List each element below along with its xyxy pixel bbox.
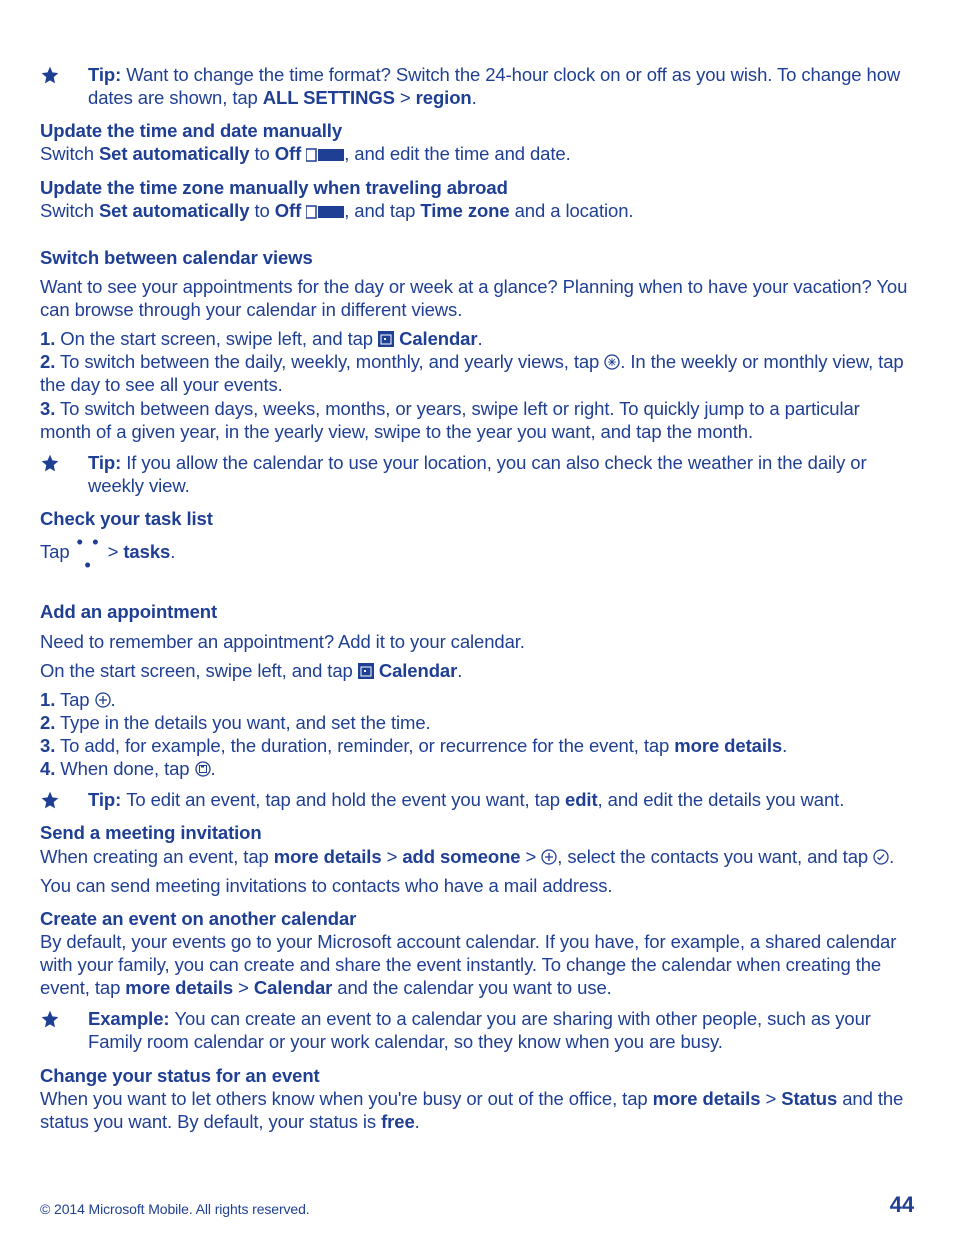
heading-update-tz: Update the time zone manually when trave… <box>40 176 914 199</box>
tip-callout: Tip: Want to change the time format? Swi… <box>40 63 914 109</box>
body-send-meeting: When creating an event, tap more details… <box>40 845 914 868</box>
tip-text: Tip: If you allow the calendar to use yo… <box>88 451 914 497</box>
tip-callout: Tip: If you allow the calendar to use yo… <box>40 451 914 497</box>
example-text: Example: You can create an event to a ca… <box>88 1007 914 1053</box>
step-2: 2. Type in the details you want, and set… <box>40 711 914 734</box>
step-1: 1. Tap . <box>40 688 914 711</box>
step-list: 1. Tap . 2. Type in the details you want… <box>40 688 914 781</box>
star-icon <box>40 788 88 811</box>
star-icon <box>40 1007 88 1053</box>
body-send-meeting-note: You can send meeting invitations to cont… <box>40 874 914 897</box>
body-change-status: When you want to let others know when yo… <box>40 1087 914 1133</box>
step-list: 1. On the start screen, swipe left, and … <box>40 327 914 443</box>
star-icon <box>40 451 88 497</box>
star-icon <box>40 63 88 109</box>
body-switch-views-intro: Want to see your appointments for the da… <box>40 275 914 321</box>
body-update-time: Switch Set automatically to Off , and ed… <box>40 142 914 165</box>
circle-plus-icon <box>541 849 557 865</box>
heading-update-time: Update the time and date manually <box>40 119 914 142</box>
body-add-appt-intro: Need to remember an appointment? Add it … <box>40 630 914 653</box>
body-add-appt-start: On the start screen, swipe left, and tap… <box>40 659 914 682</box>
body-task-list: Tap • • • > tasks. <box>40 530 914 576</box>
tip-callout: Tip: To edit an event, tap and hold the … <box>40 788 914 811</box>
step-3: 3. To switch between days, weeks, months… <box>40 397 914 443</box>
more-dots-icon: • • • <box>75 530 103 576</box>
copyright: © 2014 Microsoft Mobile. All rights rese… <box>40 1201 310 1219</box>
step-1: 1. On the start screen, swipe left, and … <box>40 327 914 350</box>
heading-switch-views: Switch between calendar views <box>40 246 914 269</box>
body-create-other: By default, your events go to your Micro… <box>40 930 914 999</box>
step-4: 4. When done, tap . <box>40 757 914 780</box>
toggle-off-icon <box>306 205 344 219</box>
body-update-tz: Switch Set automatically to Off , and ta… <box>40 199 914 222</box>
toggle-off-icon <box>306 148 344 162</box>
calendar-tile-icon <box>378 331 394 347</box>
page-number: 44 <box>890 1191 914 1219</box>
circle-save-icon <box>195 761 211 777</box>
heading-change-status: Change your status for an event <box>40 1064 914 1087</box>
circle-plus-icon <box>95 692 111 708</box>
example-callout: Example: You can create an event to a ca… <box>40 1007 914 1053</box>
circle-check-icon <box>873 849 889 865</box>
step-2: 2. To switch between the daily, weekly, … <box>40 350 914 396</box>
heading-create-other: Create an event on another calendar <box>40 907 914 930</box>
heading-task-list: Check your task list <box>40 507 914 530</box>
tip-text: Tip: To edit an event, tap and hold the … <box>88 788 914 811</box>
heading-send-meeting: Send a meeting invitation <box>40 821 914 844</box>
step-3: 3. To add, for example, the duration, re… <box>40 734 914 757</box>
tip-text: Tip: Want to change the time format? Swi… <box>88 63 914 109</box>
page-footer: © 2014 Microsoft Mobile. All rights rese… <box>40 1191 914 1219</box>
calendar-tile-icon <box>358 663 374 679</box>
heading-add-appt: Add an appointment <box>40 600 914 623</box>
view-switch-icon <box>604 354 620 370</box>
